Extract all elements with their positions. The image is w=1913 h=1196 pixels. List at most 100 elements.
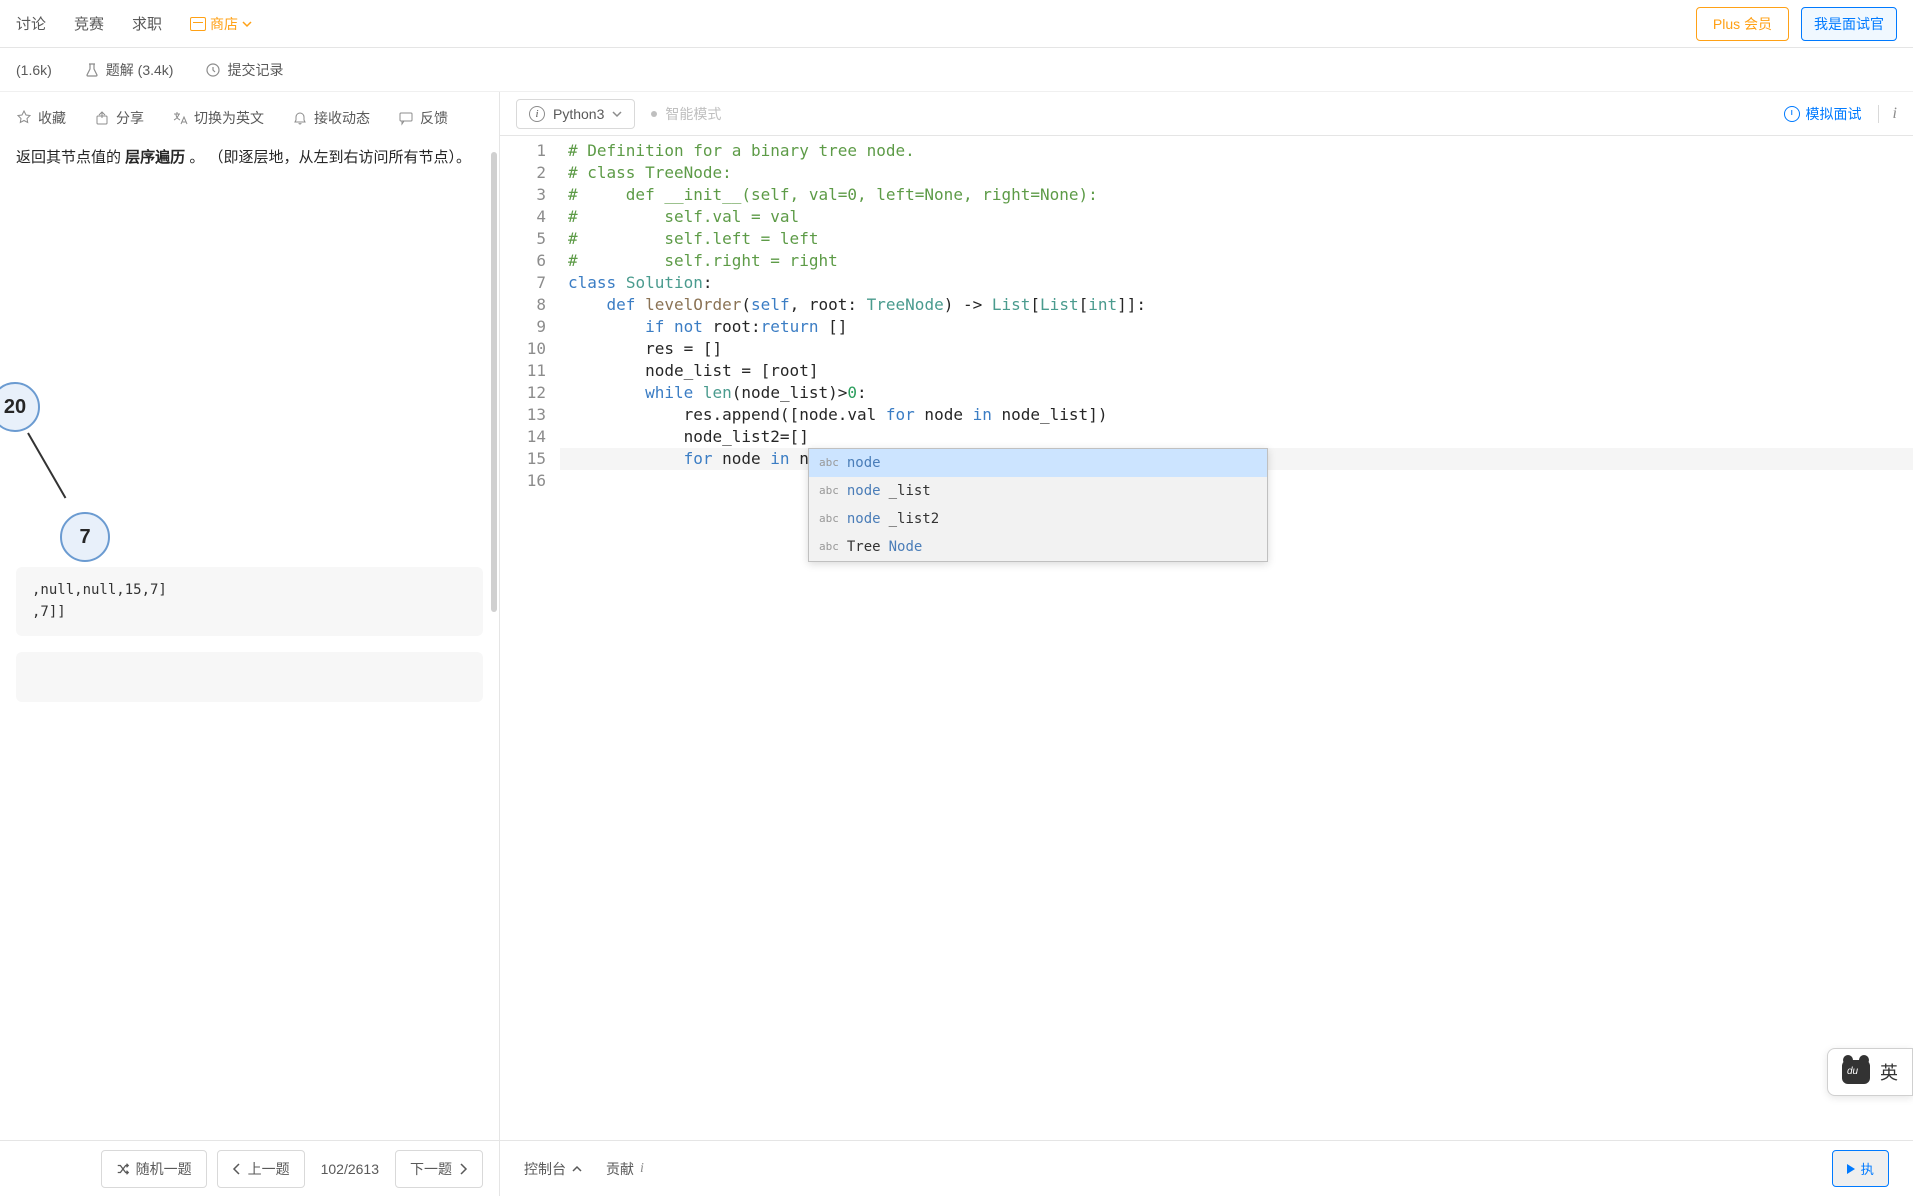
contribute-label: 贡献 [606,1159,634,1179]
autocomplete-item[interactable]: abc node [809,449,1267,477]
problem-description: 返回其节点值的 层序遍历 。 （即逐层地，从左到右访问所有节点）。 [0,144,499,187]
comment-icon [398,110,414,126]
code-line[interactable]: # def __init__(self, val=0, left=None, r… [560,184,1913,206]
chevron-left-icon [232,1162,242,1176]
code-line[interactable]: class Solution: [560,272,1913,294]
ime-widget[interactable]: du 英 [1827,1048,1913,1096]
autocomplete-item[interactable]: abc node_list2 [809,505,1267,533]
subscribe-button[interactable]: 接收动态 [292,108,370,128]
left-pane: 收藏 分享 切换为英文 接收动态 反馈 返回其节点值的 层序遍历 。 （即逐层地… [0,92,500,1140]
ime-label: 英 [1880,1059,1898,1085]
code-content[interactable]: # Definition for a binary tree node.# cl… [560,136,1913,1140]
ac-kind-label: abc [819,452,839,474]
tab-comments[interactable]: (1.6k) [16,62,52,78]
line-number: 5 [500,228,546,250]
chevron-down-icon [612,109,622,119]
tab-solutions-label: 题解 (3.4k) [106,60,174,80]
code-line[interactable]: while len(node_list)>0: [560,382,1913,404]
line-number: 14 [500,426,546,448]
line-number: 10 [500,338,546,360]
favorite-button[interactable]: 收藏 [16,108,66,128]
subscribe-label: 接收动态 [314,108,370,128]
autocomplete-item[interactable]: abc node_list [809,477,1267,505]
code-line[interactable]: def levelOrder(self, root: TreeNode) -> … [560,294,1913,316]
nav-jobs[interactable]: 求职 [132,13,162,34]
console-toggle[interactable]: 控制台 [524,1159,582,1179]
random-problem-button[interactable]: 随机一题 [101,1150,207,1188]
code-line[interactable]: # self.right = right [560,250,1913,272]
next-problem-button[interactable]: 下一题 [395,1150,483,1188]
ac-kind-label: abc [819,480,839,502]
tree-node-7: 7 [60,512,110,562]
line-gutter: 12345678910111213141516 [500,136,560,1140]
autocomplete-popup[interactable]: abc nodeabc node_listabc node_list2abc T… [808,448,1268,562]
prev-problem-button[interactable]: 上一题 [217,1150,305,1188]
autocomplete-item[interactable]: abc TreeNode [809,533,1267,561]
desc-suffix: 。 （即逐层地，从左到右访问所有节点）。 [185,149,471,166]
desc-prefix: 返回其节点值的 [16,149,125,166]
interviewer-button[interactable]: 我是面试官 [1801,7,1897,41]
tree-node-20: 20 [0,382,40,432]
nav-store[interactable]: 商店 [190,14,252,34]
line-number: 3 [500,184,546,206]
line-number: 11 [500,360,546,382]
mode-indicator: 智能模式 [651,104,721,124]
info-button[interactable]: i [1878,105,1897,123]
line-number: 9 [500,316,546,338]
tab-submissions[interactable]: 提交记录 [205,60,283,80]
favorite-label: 收藏 [38,108,66,128]
bottom-bar: 随机一题 上一题 102/2613 下一题 控制台 贡献 i 执 [0,1140,1913,1196]
nav-left: 讨论 竞赛 求职 商店 [16,13,252,34]
code-editor[interactable]: 12345678910111213141516 # Definition for… [500,136,1913,1140]
tab-comments-label: (1.6k) [16,62,52,78]
editor-header: i Python3 智能模式 模拟面试 i [500,92,1913,136]
language-label: Python3 [553,106,604,122]
nav-discuss[interactable]: 讨论 [16,13,46,34]
main-container: 收藏 分享 切换为英文 接收动态 反馈 返回其节点值的 层序遍历 。 （即逐层地… [0,92,1913,1140]
nav-contest[interactable]: 竞赛 [74,13,104,34]
console-label: 控制台 [524,1159,566,1179]
mode-dot-icon [651,111,657,117]
history-icon [205,62,221,78]
plus-member-button[interactable]: Plus 会员 [1696,7,1789,41]
ac-kind-label: abc [819,508,839,530]
bear-icon: du [1842,1060,1870,1084]
code-line[interactable]: node_list2=[] [560,426,1913,448]
code-line[interactable]: # Definition for a binary tree node. [560,140,1913,162]
alarm-clock-icon [1784,106,1800,122]
chevron-up-icon [572,1165,582,1173]
line-number: 1 [500,140,546,162]
bottom-nav-right: 控制台 贡献 i 执 [500,1150,1913,1187]
line-number: 15 [500,448,546,470]
run-label: 执 [1861,1159,1874,1178]
code-line[interactable]: if not root:return [] [560,316,1913,338]
tab-solutions[interactable]: 题解 (3.4k) [84,60,174,80]
example-block-2 [16,652,483,702]
feedback-button[interactable]: 反馈 [398,108,448,128]
nav-store-label: 商店 [210,14,238,34]
code-line[interactable]: node_list = [root] [560,360,1913,382]
mock-interview-button[interactable]: 模拟面试 [1784,104,1862,124]
language-selector[interactable]: i Python3 [516,99,635,129]
code-line[interactable]: res.append([node.val for node in node_li… [560,404,1913,426]
share-button[interactable]: 分享 [94,108,144,128]
line-number: 8 [500,294,546,316]
bell-icon [292,110,308,126]
line-number: 4 [500,206,546,228]
code-line[interactable]: # self.val = val [560,206,1913,228]
store-icon [190,17,206,31]
example-line-1: ,null,null,15,7] [32,579,467,601]
info-icon: i [529,106,545,122]
contribute-button[interactable]: 贡献 i [606,1159,644,1179]
bottom-nav-left: 随机一题 上一题 102/2613 下一题 [0,1141,500,1196]
code-line[interactable]: # self.left = left [560,228,1913,250]
info-icon: i [640,1161,644,1177]
switch-lang-button[interactable]: 切换为英文 [172,108,264,128]
tree-edge [27,433,66,499]
top-nav: 讨论 竞赛 求职 商店 Plus 会员 我是面试官 [0,0,1913,48]
line-number: 6 [500,250,546,272]
code-line[interactable]: # class TreeNode: [560,162,1913,184]
code-line[interactable]: res = [] [560,338,1913,360]
feedback-label: 反馈 [420,108,448,128]
run-button[interactable]: 执 [1832,1150,1889,1187]
